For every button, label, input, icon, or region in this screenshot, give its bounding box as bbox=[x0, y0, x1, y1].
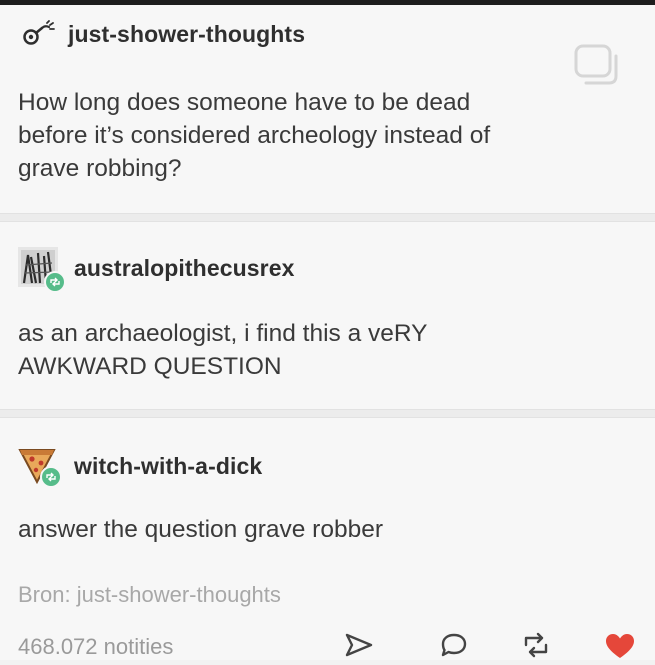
avatar[interactable] bbox=[18, 444, 62, 488]
send-icon[interactable] bbox=[344, 632, 374, 663]
post-line: as an archaeologist, i find this a veRY bbox=[18, 320, 428, 347]
post-line: grave robbing? bbox=[18, 155, 182, 182]
notes-count[interactable]: 468.072 notities bbox=[18, 634, 173, 660]
divider bbox=[0, 213, 655, 222]
heart-icon[interactable] bbox=[604, 632, 636, 665]
post-body-reblog-1: as an archaeologist, i find this a veRY … bbox=[18, 317, 427, 383]
post-header-reblog-1: australopithecusrex bbox=[18, 247, 294, 293]
reblog-icon[interactable] bbox=[521, 632, 551, 663]
post-line: AWKWARD QUESTION bbox=[18, 353, 282, 380]
reblog-icon bbox=[44, 271, 66, 293]
divider bbox=[0, 409, 655, 418]
post-line: How long does someone have to be dead bbox=[18, 89, 471, 116]
post-username[interactable]: just-shower-thoughts bbox=[68, 21, 305, 48]
post-footer: 468.072 notities bbox=[0, 624, 655, 660]
avatar[interactable] bbox=[18, 247, 66, 293]
shower-head-icon bbox=[22, 20, 56, 48]
source-link[interactable]: Bron: just-shower-thoughts bbox=[18, 582, 281, 608]
copy-icon[interactable] bbox=[572, 44, 622, 91]
reblog-icon bbox=[40, 466, 62, 488]
post-username[interactable]: australopithecusrex bbox=[74, 255, 294, 282]
post-body-original: How long does someone have to be dead be… bbox=[18, 86, 490, 185]
post-header-reblog-2: witch-with-a-dick bbox=[18, 444, 262, 488]
post-username[interactable]: witch-with-a-dick bbox=[74, 453, 262, 480]
post-header-original: just-shower-thoughts bbox=[22, 20, 305, 48]
post-body-reblog-2: answer the question grave robber bbox=[18, 513, 383, 546]
reply-bubble-icon[interactable] bbox=[440, 632, 468, 663]
post-line: before it’s considered archeology instea… bbox=[18, 122, 491, 149]
post-line: answer the question grave robber bbox=[18, 516, 383, 543]
